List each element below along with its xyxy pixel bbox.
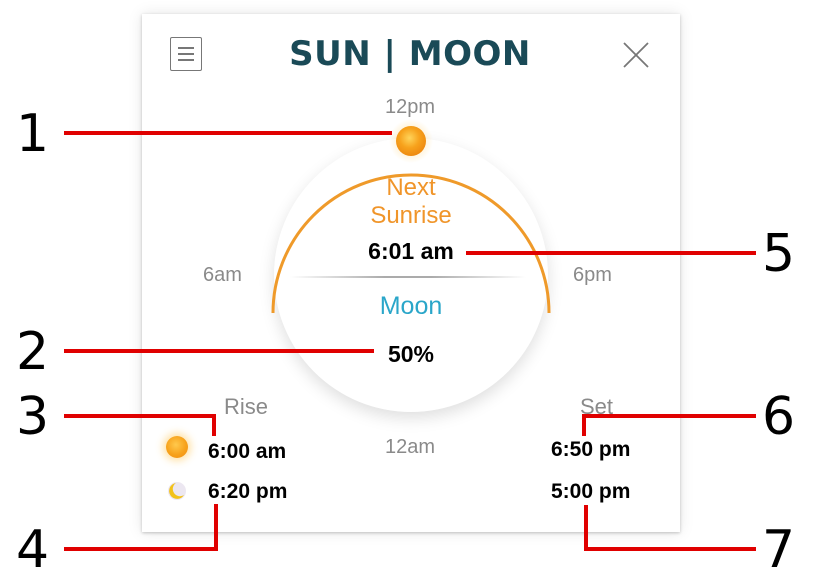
callout-number-1: 1 [16, 104, 50, 164]
sun-position-icon [396, 126, 426, 156]
moon-phase-percent: 50% [387, 341, 435, 367]
callout-number-7: 7 [762, 520, 796, 580]
set-label: Set [580, 394, 614, 419]
moon-label: Moon [379, 292, 443, 320]
next-sunrise-label: Next Sunrise [370, 174, 452, 229]
moon-crescent-icon [168, 482, 186, 500]
daylight-arc [271, 119, 551, 314]
callout-number-6: 6 [762, 387, 796, 447]
callout-number-4: 4 [16, 520, 50, 580]
dial-divider [290, 276, 526, 278]
sunset-time: 6:50 pm [551, 438, 631, 461]
callout-number-5: 5 [762, 224, 796, 284]
sunrise-time: 6:00 am [208, 440, 287, 463]
moonset-time: 5:00 pm [551, 480, 631, 503]
callout-number-2: 2 [16, 322, 50, 382]
rise-label: Rise [224, 394, 269, 419]
sun-icon [166, 436, 188, 458]
next-sunrise-time: 6:01 am [368, 238, 454, 264]
moonrise-time: 6:20 pm [208, 480, 288, 503]
callout-number-3: 3 [16, 387, 50, 447]
